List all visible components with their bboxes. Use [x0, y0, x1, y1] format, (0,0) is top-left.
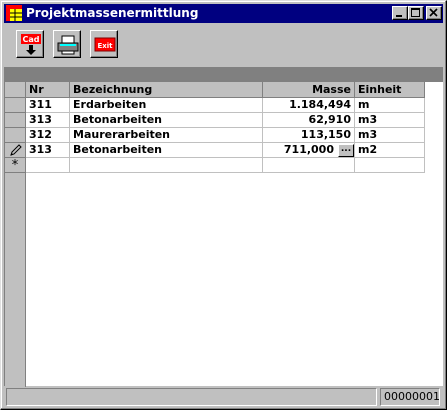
cell-einheit[interactable]: m2 [355, 143, 425, 158]
cell-nr[interactable]: 313 [26, 143, 70, 158]
new-row-selector[interactable]: * [5, 158, 26, 173]
cell-masse[interactable]: 1.184,494 [263, 98, 355, 113]
cell-nr-new[interactable] [26, 158, 70, 173]
row-selector[interactable] [5, 98, 26, 113]
exit-button[interactable]: Exit [90, 30, 118, 58]
col-header-masse[interactable]: Masse [263, 82, 355, 98]
ellipsis-button[interactable]: ... [338, 144, 354, 157]
cell-einheit[interactable]: m3 [355, 113, 425, 128]
app-window: Projektmassenermittlung Cad Exit Nr Beze… [0, 0, 447, 410]
print-button[interactable] [53, 30, 81, 58]
printer-icon [57, 35, 79, 55]
cell-einheit[interactable]: m3 [355, 128, 425, 143]
title-bar[interactable]: Projektmassenermittlung [4, 4, 443, 23]
close-icon [429, 8, 438, 17]
record-counter: 00000001 [380, 388, 440, 406]
cad-import-icon: Cad [21, 34, 41, 55]
cell-nr[interactable]: 312 [26, 128, 70, 143]
row-selector[interactable] [5, 113, 26, 128]
maximize-button[interactable] [408, 6, 424, 20]
pencil-icon [10, 144, 22, 156]
cell-bezeichnung[interactable]: Erdarbeiten [70, 98, 263, 113]
data-grid[interactable]: Nr Bezeichnung Masse Einheit 311 Erdarbe… [4, 81, 443, 387]
status-message-panel [6, 388, 377, 406]
cell-masse[interactable]: 62,910 [263, 113, 355, 128]
status-bar: 00000001 [4, 388, 443, 406]
row-selector-editing[interactable] [5, 143, 26, 158]
cell-masse-new[interactable] [263, 158, 355, 173]
col-header-nr[interactable]: Nr [26, 82, 70, 98]
maximize-icon [411, 8, 420, 17]
row-selector[interactable] [5, 128, 26, 143]
cad-import-button[interactable]: Cad [16, 30, 44, 58]
cell-masse[interactable]: 113,150 [263, 128, 355, 143]
toolbar-separator [4, 67, 443, 81]
exit-label: Exit [97, 42, 113, 50]
cell-einheit[interactable]: m [355, 98, 425, 113]
col-header-bezeichnung[interactable]: Bezeichnung [70, 82, 263, 98]
cell-bezeichnung[interactable]: Betonarbeiten [70, 143, 263, 158]
minimize-icon [396, 15, 402, 17]
cad-label: Cad [23, 35, 40, 44]
window-title: Projektmassenermittlung [26, 6, 199, 20]
cell-nr[interactable]: 313 [26, 113, 70, 128]
exit-icon: Exit [94, 37, 116, 52]
minimize-button[interactable] [392, 6, 408, 20]
cell-einheit-new[interactable] [355, 158, 425, 173]
cell-bezeichnung[interactable]: Betonarbeiten [70, 113, 263, 128]
header-corner[interactable] [5, 82, 26, 98]
cell-nr[interactable]: 311 [26, 98, 70, 113]
close-button[interactable] [426, 6, 442, 20]
col-header-einheit[interactable]: Einheit [355, 82, 425, 98]
cell-bezeichnung[interactable]: Maurerarbeiten [70, 128, 263, 143]
cell-bezeichnung-new[interactable] [70, 158, 263, 173]
table-icon [6, 5, 22, 21]
toolbar: Cad Exit [4, 25, 443, 67]
